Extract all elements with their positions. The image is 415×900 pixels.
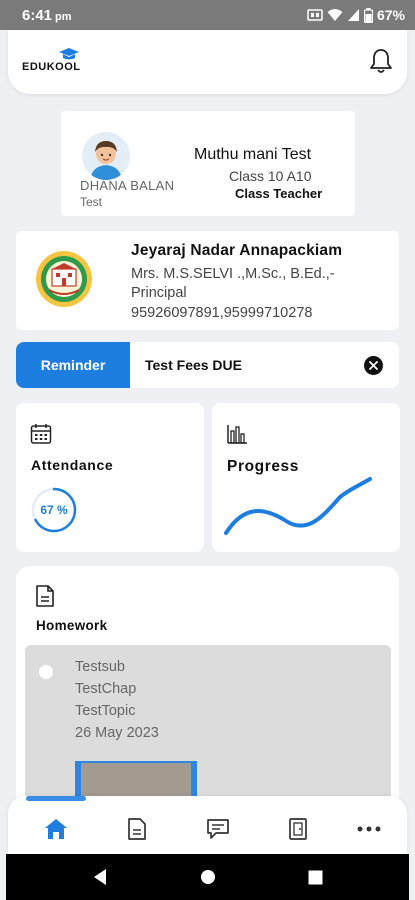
student-name: DHANA BALAN xyxy=(80,178,175,193)
reminder-text: Test Fees DUE xyxy=(145,357,242,373)
school-logo xyxy=(35,250,93,308)
homework-subject: Testsub xyxy=(75,659,125,675)
school-info-card: Jeyaraj Nadar Annapackiam Mrs. M.S.SELVI… xyxy=(16,231,399,330)
sim-icon xyxy=(307,9,323,21)
nav-active-indicator xyxy=(26,796,86,801)
close-icon xyxy=(369,361,378,370)
progress-wave-graphic xyxy=(224,477,372,535)
home-icon xyxy=(45,819,67,839)
bell-icon xyxy=(370,49,392,73)
door-icon xyxy=(289,818,307,840)
back-icon[interactable] xyxy=(92,868,108,886)
bottom-nav xyxy=(8,796,407,854)
attendance-label: Attendance xyxy=(31,457,114,473)
homework-label: Homework xyxy=(36,618,108,633)
battery-icon xyxy=(363,7,373,23)
homework-chapter: TestChap xyxy=(75,681,137,697)
bar-chart-icon xyxy=(227,425,247,444)
teacher-name: Muthu mani Test xyxy=(194,146,312,163)
homework-topic: TestTopic xyxy=(75,703,136,719)
graduation-cap-icon xyxy=(59,48,79,60)
recents-icon[interactable] xyxy=(308,870,323,885)
nav-door[interactable] xyxy=(280,814,316,844)
school-name: Jeyaraj Nadar Annapackiam xyxy=(131,242,343,259)
status-bar: 6:41 pm 67% xyxy=(0,0,415,30)
reminder-tag: Reminder xyxy=(16,342,130,388)
notification-button[interactable] xyxy=(369,48,393,79)
class-teacher-card[interactable]: Muthu mani Test Class 10 A10 Class Teach… xyxy=(61,111,355,216)
student-avatar xyxy=(82,132,130,180)
teacher-role: Class Teacher xyxy=(235,186,323,201)
system-nav-bar xyxy=(6,854,409,900)
nav-home[interactable] xyxy=(38,814,74,844)
edukool-logo: EDUKOOL xyxy=(22,44,92,78)
signal-icon xyxy=(347,9,359,21)
status-time-value: 6:41 xyxy=(22,6,53,24)
student-subtitle: Test xyxy=(80,195,103,209)
more-icon xyxy=(357,826,381,832)
app-header: EDUKOOL xyxy=(8,30,407,94)
nav-messages[interactable] xyxy=(200,814,236,844)
chat-icon xyxy=(207,819,229,839)
calendar-icon xyxy=(30,424,52,444)
principal-role: Principal xyxy=(131,285,187,301)
home-circle-icon[interactable] xyxy=(200,869,216,885)
homework-radio[interactable] xyxy=(39,665,53,679)
reminder-close-button[interactable] xyxy=(364,356,383,375)
nav-more[interactable] xyxy=(351,814,387,844)
class-label: Class 10 A10 xyxy=(229,168,312,184)
nav-documents[interactable] xyxy=(119,814,155,844)
document-icon xyxy=(128,818,146,840)
school-phones: 95926097891,95999710278 xyxy=(131,305,313,321)
progress-label: Progress xyxy=(227,458,299,475)
progress-tile[interactable]: Progress xyxy=(212,403,400,552)
homework-card: Homework Testsub TestChap TestTopic 26 M… xyxy=(16,566,399,826)
reminder-bar[interactable]: Reminder Test Fees DUE xyxy=(16,342,399,388)
battery-percent: 67% xyxy=(376,7,405,23)
status-icons: 67% xyxy=(307,7,405,23)
status-ampm: pm xyxy=(55,10,72,23)
principal-name: Mrs. M.S.SELVI .,M.Sc., B.Ed.,- xyxy=(131,266,335,282)
status-time: 6:41 pm xyxy=(22,7,72,24)
attendance-tile[interactable]: Attendance 67 % xyxy=(16,403,204,552)
attendance-value: 67 % xyxy=(40,503,68,517)
wifi-icon xyxy=(327,9,343,21)
homework-document-icon xyxy=(36,585,54,607)
homework-date: 26 May 2023 xyxy=(75,725,159,741)
logo-text: EDUKOOL xyxy=(22,61,81,73)
